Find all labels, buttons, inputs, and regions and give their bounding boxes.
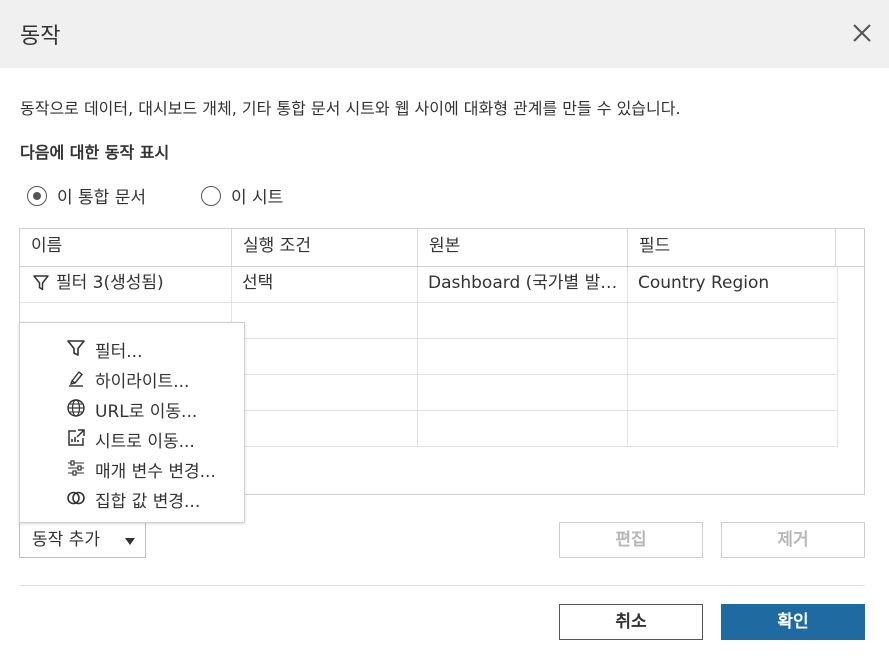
menu-item-label: 시트로 이동... [95,432,195,452]
edit-button[interactable]: 편집 [559,522,703,558]
empty-cell [232,339,418,374]
radio-label-workbook: 이 통합 문서 [57,188,147,208]
dialog-title-bar: 동작 [0,0,889,68]
radio-this-workbook[interactable]: 이 통합 문서 [27,183,146,208]
menu-item-label: 매개 변수 변경... [95,462,216,482]
cell-run-on: 선택 [232,267,418,302]
cell-field: Country Region [628,267,838,302]
empty-cell [628,375,838,410]
column-header-source[interactable]: 원본 [418,229,628,266]
empty-cell [418,411,628,446]
show-actions-for-label: 다음에 대한 동작 표시 [20,143,170,162]
close-button[interactable] [851,22,873,44]
cell-source: Dashboard (국가별 발… [418,267,628,302]
close-icon [853,24,871,42]
empty-cell [628,411,838,446]
menu-item-label: 하이라이트... [95,372,190,392]
add-action-menu: 필터... 하이라이트... URL로 이동... 시트로 이동... 매개 변… [19,322,245,523]
filter-icon [33,275,49,291]
empty-cell [418,339,628,374]
cell-name: 필터 3(생성됨) [20,267,232,302]
sheet-link-icon [68,429,85,446]
empty-cell [232,375,418,410]
empty-cell [232,411,418,446]
column-header-name[interactable]: 이름 [20,229,232,266]
empty-cell [628,339,838,374]
menu-item-change-set-values[interactable]: 집합 값 변경... [20,483,244,513]
table-header: 이름 실행 조건 원본 필드 [20,229,864,267]
empty-cell [418,303,628,338]
caret-down-icon [125,538,135,545]
table-row[interactable]: 필터 3(생성됨) 선택 Dashboard (국가별 발… Country R… [20,267,838,303]
empty-cell [418,375,628,410]
radio-button-selected[interactable] [27,185,47,206]
menu-item-go-to-url[interactable]: URL로 이동... [20,393,244,423]
header-scroll-corner [836,229,864,266]
menu-item-change-parameter[interactable]: 매개 변수 변경... [20,453,244,483]
radio-this-sheet[interactable]: 이 시트 [201,183,283,208]
add-action-label: 동작 추가 [32,530,100,550]
cancel-button[interactable]: 취소 [559,604,703,640]
footer-divider [19,585,865,586]
menu-item-filter[interactable]: 필터... [20,333,244,363]
menu-item-label: 집합 값 변경... [95,492,201,512]
set-rings-icon [67,491,85,505]
add-action-button[interactable]: 동작 추가 [19,522,146,558]
radio-button-unselected[interactable] [201,185,221,206]
action-name: 필터 3(생성됨) [56,273,164,293]
filter-icon [67,340,85,356]
menu-item-highlight[interactable]: 하이라이트... [20,363,244,393]
remove-button[interactable]: 제거 [721,522,865,558]
sliders-icon [68,460,84,476]
column-header-run-on[interactable]: 실행 조건 [232,229,418,266]
menu-item-label: 필터... [95,342,143,362]
menu-item-label: URL로 이동... [95,402,198,422]
highlight-pen-icon [69,371,83,387]
dialog-title: 동작 [20,24,61,49]
radio-label-sheet: 이 시트 [231,188,284,208]
empty-cell [232,303,418,338]
dialog-description: 동작으로 데이터, 대시보드 개체, 기타 통합 문서 시트와 웹 사이에 대화… [20,99,681,118]
column-header-field[interactable]: 필드 [628,229,836,266]
ok-button[interactable]: 확인 [721,604,865,640]
globe-icon [67,399,85,417]
empty-cell [628,303,838,338]
menu-item-go-to-sheet[interactable]: 시트로 이동... [20,423,244,453]
